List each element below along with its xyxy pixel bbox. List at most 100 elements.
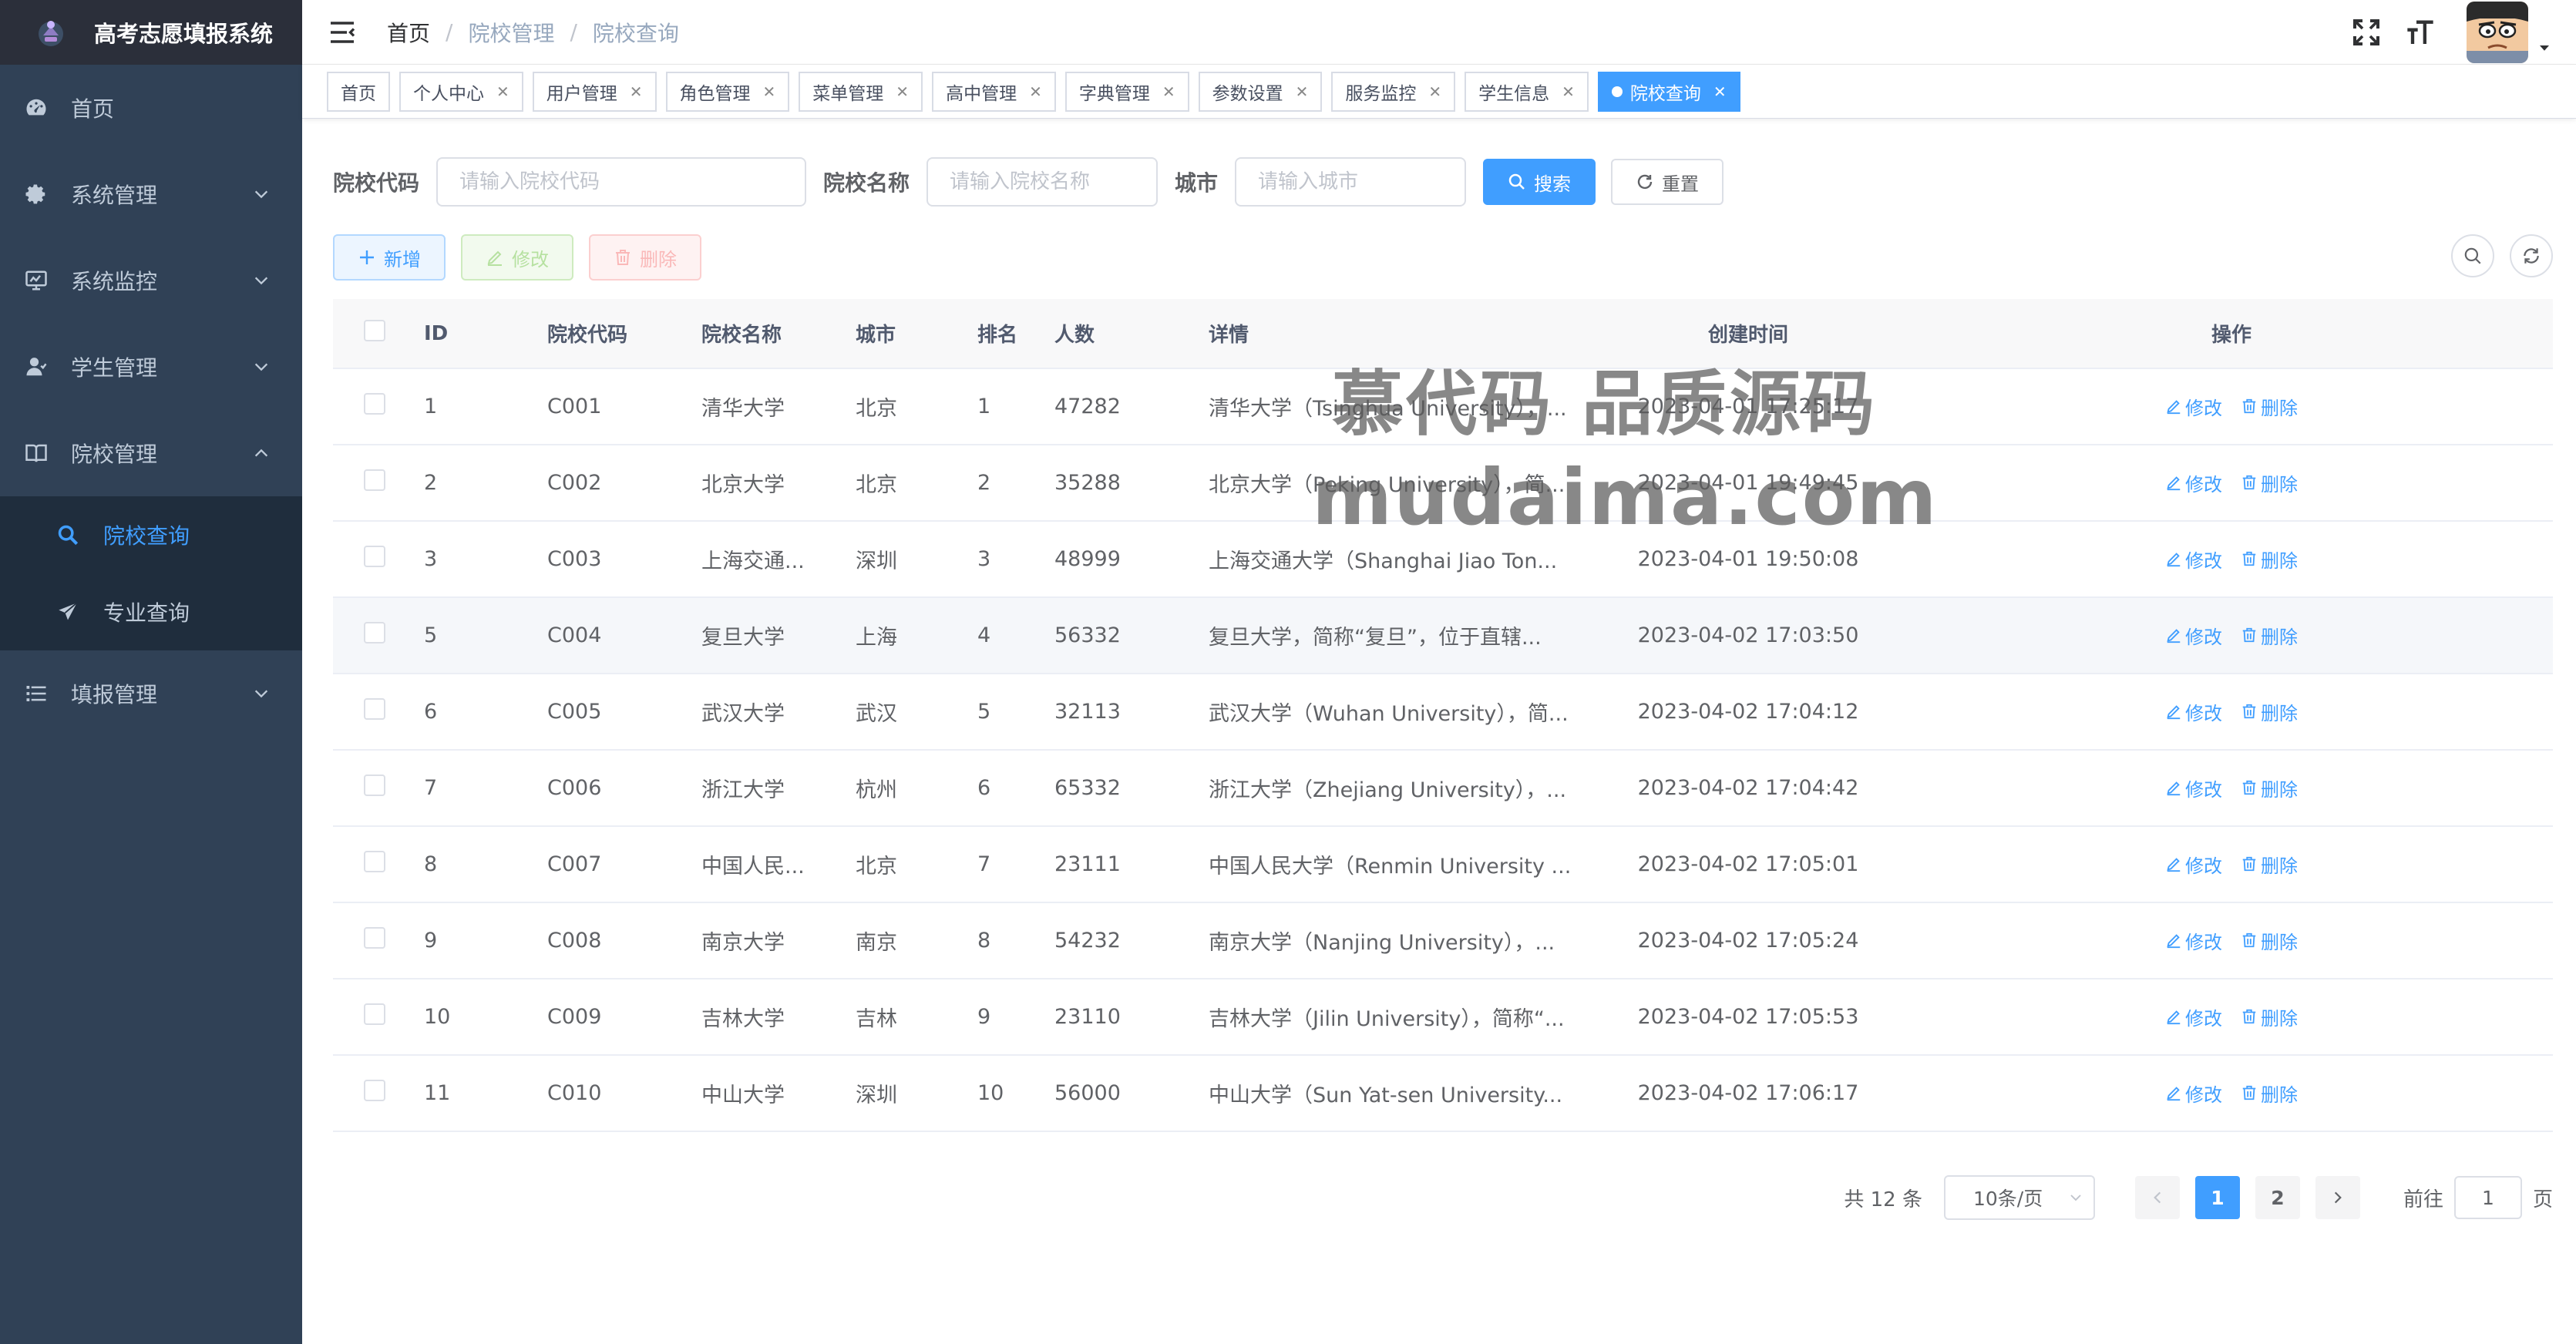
checkbox[interactable] bbox=[364, 1080, 385, 1101]
prev-page-button[interactable] bbox=[2134, 1176, 2180, 1219]
row-edit-button[interactable]: 修改 bbox=[2165, 393, 2222, 420]
tag-school-query[interactable]: 院校查询 ✕ bbox=[1597, 71, 1740, 112]
tag-params[interactable]: 参数设置 ✕ bbox=[1198, 71, 1323, 112]
row-edit-button[interactable]: 修改 bbox=[2165, 698, 2222, 725]
select-all-checkbox[interactable] bbox=[333, 299, 416, 369]
table-row[interactable]: 6 C005 武汉大学 武汉 5 32113 武汉大学（Wuhan University），… bbox=[333, 674, 2553, 751]
close-icon[interactable]: ✕ bbox=[1428, 82, 1441, 101]
tag-users[interactable]: 用户管理 ✕ bbox=[532, 71, 657, 112]
row-checkbox-cell[interactable] bbox=[333, 521, 416, 598]
page-button-1[interactable]: 1 bbox=[2194, 1176, 2240, 1219]
table-row[interactable]: 11 C010 中山大学 深圳 10 56000 中山大学（Sun Yat-sen Univ… bbox=[333, 1055, 2553, 1132]
checkbox[interactable] bbox=[364, 546, 385, 567]
table-row[interactable]: 3 C003 上海交通... 深圳 3 48999 上海交通大学（Shanghai Jiao… bbox=[333, 521, 2553, 598]
checkbox[interactable] bbox=[364, 851, 385, 872]
row-checkbox-cell[interactable] bbox=[333, 979, 416, 1056]
tag-server-monitor[interactable]: 服务监控 ✕ bbox=[1331, 71, 1456, 112]
checkbox[interactable] bbox=[364, 393, 385, 415]
tag-dictionary[interactable]: 字典管理 ✕ bbox=[1064, 71, 1189, 112]
table-row[interactable]: 1 C001 清华大学 北京 1 47282 清华大学（Tsinghua Universit… bbox=[333, 368, 2553, 445]
row-checkbox-cell[interactable] bbox=[333, 368, 416, 445]
row-edit-button[interactable]: 修改 bbox=[2165, 1080, 2222, 1107]
row-edit-button[interactable]: 修改 bbox=[2165, 469, 2222, 496]
row-checkbox-cell[interactable] bbox=[333, 902, 416, 979]
row-checkbox-cell[interactable] bbox=[333, 674, 416, 751]
row-delete-button[interactable]: 删除 bbox=[2241, 774, 2298, 801]
sidebar-logo[interactable]: 高考志愿填报系统 bbox=[0, 0, 302, 65]
row-delete-button[interactable]: 删除 bbox=[2241, 1080, 2298, 1107]
search-button[interactable]: 搜索 bbox=[1483, 159, 1596, 205]
breadcrumb-home[interactable]: 首页 bbox=[387, 17, 430, 48]
close-icon[interactable]: ✕ bbox=[1029, 82, 1042, 101]
row-edit-button[interactable]: 修改 bbox=[2165, 927, 2222, 954]
toggle-search-button[interactable] bbox=[2451, 234, 2494, 277]
tag-student-info[interactable]: 学生信息 ✕ bbox=[1465, 71, 1589, 112]
school-code-input[interactable] bbox=[436, 157, 807, 207]
row-delete-button[interactable]: 删除 bbox=[2241, 469, 2298, 496]
row-delete-button[interactable]: 删除 bbox=[2241, 622, 2298, 649]
row-edit-button[interactable]: 修改 bbox=[2165, 1003, 2222, 1030]
close-icon[interactable]: ✕ bbox=[1713, 82, 1727, 101]
close-icon[interactable]: ✕ bbox=[630, 82, 643, 101]
avatar[interactable] bbox=[2467, 2, 2528, 63]
sidebar-item-filling[interactable]: 填报管理 bbox=[0, 650, 302, 737]
school-name-input[interactable] bbox=[926, 157, 1159, 207]
font-size-icon[interactable] bbox=[2405, 17, 2436, 48]
sidebar-subitem-school-query[interactable]: 院校查询 bbox=[0, 496, 302, 573]
row-checkbox-cell[interactable] bbox=[333, 826, 416, 903]
row-checkbox-cell[interactable] bbox=[333, 750, 416, 827]
tag-home[interactable]: 首页 bbox=[327, 71, 390, 112]
sidebar-item-monitor[interactable]: 系统监控 bbox=[0, 237, 302, 324]
row-edit-button[interactable]: 修改 bbox=[2165, 851, 2222, 878]
tag-profile[interactable]: 个人中心 ✕ bbox=[399, 71, 523, 112]
table-row[interactable]: 5 C004 复旦大学 上海 4 56332 复旦大学，简称“复旦”，位于直辖... 2023… bbox=[333, 597, 2553, 674]
sidebar-item-system[interactable]: 系统管理 bbox=[0, 151, 302, 237]
checkbox[interactable] bbox=[364, 774, 385, 796]
close-icon[interactable]: ✕ bbox=[896, 82, 909, 101]
reset-button[interactable]: 重置 bbox=[1611, 159, 1724, 205]
table-row[interactable]: 8 C007 中国人民... 北京 7 23111 中国人民大学（Renmin Univer… bbox=[333, 826, 2553, 903]
checkbox[interactable] bbox=[364, 320, 385, 341]
row-edit-button[interactable]: 修改 bbox=[2165, 546, 2222, 573]
page-size-select[interactable]: 10条/页 bbox=[1943, 1175, 2095, 1220]
row-checkbox-cell[interactable] bbox=[333, 445, 416, 522]
close-icon[interactable]: ✕ bbox=[496, 82, 509, 101]
next-page-button[interactable] bbox=[2315, 1176, 2360, 1219]
sidebar-subitem-major-query[interactable]: 专业查询 bbox=[0, 573, 302, 650]
table-row[interactable]: 7 C006 浙江大学 杭州 6 65332 浙江大学（Zhejiang Universit… bbox=[333, 750, 2553, 827]
close-icon[interactable]: ✕ bbox=[1296, 82, 1309, 101]
goto-page-input[interactable]: 1 bbox=[2453, 1176, 2522, 1219]
row-delete-button[interactable]: 删除 bbox=[2241, 698, 2298, 725]
sidebar-item-students[interactable]: 学生管理 bbox=[0, 324, 302, 410]
tag-roles[interactable]: 角色管理 ✕ bbox=[665, 71, 790, 112]
checkbox[interactable] bbox=[364, 469, 385, 491]
close-icon[interactable]: ✕ bbox=[763, 82, 776, 101]
table-row[interactable]: 9 C008 南京大学 南京 8 54232 南京大学（Nanjing University… bbox=[333, 902, 2553, 979]
row-checkbox-cell[interactable] bbox=[333, 597, 416, 674]
edit-button[interactable]: 修改 bbox=[461, 234, 573, 281]
sidebar-item-home[interactable]: 首页 bbox=[0, 65, 302, 151]
page-button-2[interactable]: 2 bbox=[2255, 1176, 2300, 1219]
row-delete-button[interactable]: 删除 bbox=[2241, 851, 2298, 878]
row-delete-button[interactable]: 删除 bbox=[2241, 927, 2298, 954]
hamburger-icon[interactable] bbox=[328, 18, 356, 46]
city-input[interactable] bbox=[1235, 157, 1467, 207]
close-icon[interactable]: ✕ bbox=[1162, 82, 1175, 101]
row-edit-button[interactable]: 修改 bbox=[2165, 622, 2222, 649]
checkbox[interactable] bbox=[364, 698, 385, 720]
sidebar-item-schools[interactable]: 院校管理 bbox=[0, 410, 302, 496]
delete-button[interactable]: 删除 bbox=[589, 234, 701, 281]
tag-high-schools[interactable]: 高中管理 ✕ bbox=[932, 71, 1056, 112]
row-checkbox-cell[interactable] bbox=[333, 1055, 416, 1132]
refresh-table-button[interactable] bbox=[2510, 234, 2553, 277]
add-button[interactable]: 新增 bbox=[333, 234, 446, 281]
checkbox[interactable] bbox=[364, 927, 385, 949]
close-icon[interactable]: ✕ bbox=[1562, 82, 1575, 101]
fullscreen-icon[interactable] bbox=[2351, 17, 2382, 48]
table-row[interactable]: 10 C009 吉林大学 吉林 9 23110 吉林大学（Jilin University）… bbox=[333, 979, 2553, 1056]
table-row[interactable]: 2 C002 北京大学 北京 2 35288 北京大学（Peking University）… bbox=[333, 445, 2553, 522]
row-edit-button[interactable]: 修改 bbox=[2165, 774, 2222, 801]
row-delete-button[interactable]: 删除 bbox=[2241, 1003, 2298, 1030]
tag-menus[interactable]: 菜单管理 ✕ bbox=[799, 71, 923, 112]
checkbox[interactable] bbox=[364, 1003, 385, 1025]
